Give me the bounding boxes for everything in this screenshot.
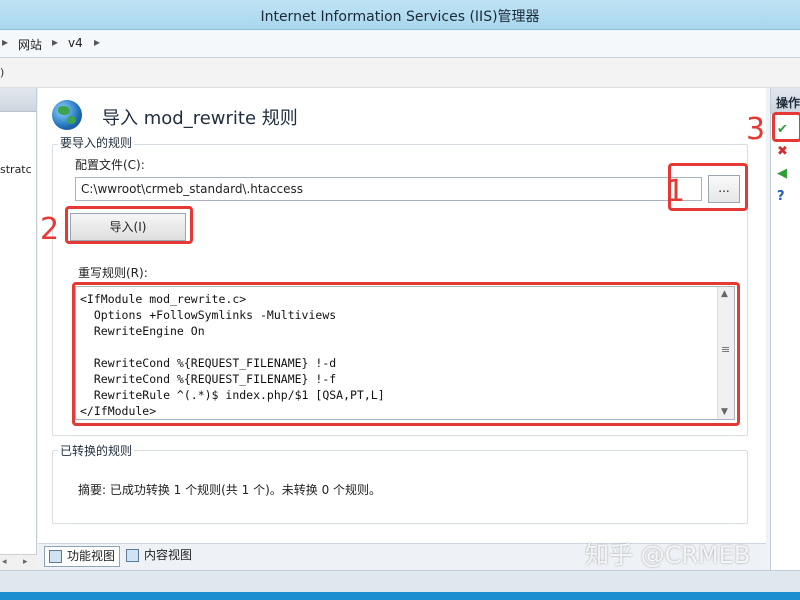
breadcrumb-separator-icon: ▸ bbox=[2, 35, 9, 49]
back-arrow-icon[interactable]: ◀ bbox=[777, 166, 787, 181]
scroll-left-icon[interactable]: ◂ bbox=[2, 557, 7, 567]
tab-features-view[interactable]: 功能视图 bbox=[44, 546, 121, 567]
watermark: 知乎 @CRMEB bbox=[585, 541, 751, 569]
converted-group-label: 已转换的规则 bbox=[58, 442, 135, 459]
breadcrumb-separator-icon: ▸ bbox=[52, 35, 59, 49]
highlight-box-import bbox=[65, 206, 193, 244]
main-content: 导入 mod_rewrite 规则 要导入的规则 配置文件(C): ... 导入… bbox=[38, 88, 766, 543]
help-icon[interactable]: ? bbox=[777, 189, 785, 204]
breadcrumb-separator-icon: ▸ bbox=[94, 35, 101, 49]
highlight-box-apply bbox=[772, 112, 800, 142]
address-bar: ▸ 网站 ▸ v4 ▸ bbox=[0, 30, 800, 58]
tab-features-view-label: 功能视图 bbox=[67, 549, 116, 563]
conversion-summary: 摘要: 已成功转换 1 个规则(共 1 个)。未转换 0 个规则。 bbox=[78, 483, 382, 497]
menu-item-fragment[interactable]: ) bbox=[0, 66, 4, 79]
import-group-label: 要导入的规则 bbox=[58, 134, 135, 151]
globe-icon bbox=[52, 100, 82, 130]
actions-pane: 操作 ✔ ✖ ◀ ? bbox=[770, 88, 800, 570]
actions-header: 操作 bbox=[771, 88, 800, 114]
actions-title: 操作 bbox=[776, 96, 800, 110]
annotation-marker-1: 1 bbox=[666, 174, 686, 209]
window-title: Internet Information Services (IIS)管理器 bbox=[260, 9, 540, 25]
breadcrumb-item-sites[interactable]: 网站 bbox=[18, 36, 42, 53]
horizontal-scrollbar[interactable]: ◂ ▸ bbox=[0, 554, 37, 570]
config-file-input[interactable] bbox=[75, 177, 702, 201]
config-file-label: 配置文件(C): bbox=[75, 158, 145, 172]
features-view-icon bbox=[49, 550, 62, 563]
page-title: 导入 mod_rewrite 规则 bbox=[102, 108, 298, 129]
rewrite-rules-label: 重写规则(R): bbox=[78, 266, 148, 280]
tab-content-view[interactable]: 内容视图 bbox=[122, 546, 196, 567]
annotation-marker-3: 3 bbox=[746, 112, 766, 147]
status-bar bbox=[0, 570, 800, 600]
tree-node-administrator[interactable]: stratc bbox=[0, 163, 32, 176]
menu-bar: ) bbox=[0, 58, 800, 88]
scroll-right-icon[interactable]: ▸ bbox=[23, 557, 28, 567]
cancel-x-icon[interactable]: ✖ bbox=[777, 144, 788, 159]
tab-content-view-label: 内容视图 bbox=[144, 548, 193, 562]
taskbar-accent bbox=[0, 592, 800, 600]
annotation-marker-2: 2 bbox=[40, 212, 60, 247]
breadcrumb-item-v4[interactable]: v4 bbox=[68, 36, 83, 50]
connections-header bbox=[0, 88, 36, 112]
content-view-icon bbox=[126, 549, 139, 562]
highlight-box-rules bbox=[72, 282, 740, 426]
title-bar: Internet Information Services (IIS)管理器 bbox=[0, 0, 800, 30]
connections-pane: stratc ◂ ▸ bbox=[0, 88, 37, 570]
